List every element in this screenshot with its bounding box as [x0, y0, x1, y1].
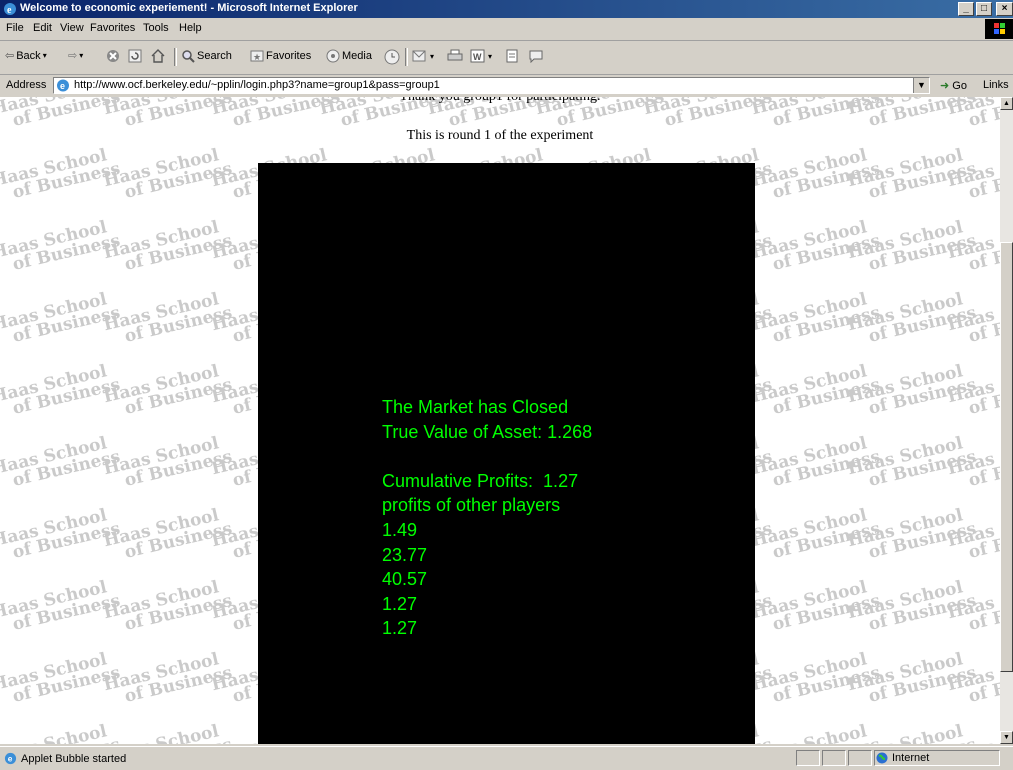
favorites-button[interactable]: ★ Favorites [250, 49, 311, 63]
minimize-button[interactable]: _ [958, 2, 974, 16]
address-bar: Address e http://www.ocf.berkeley.edu/~p… [0, 75, 1013, 97]
go-button[interactable]: ➜ Go [940, 79, 967, 92]
menu-help[interactable]: Help [179, 22, 202, 34]
menu-edit[interactable]: Edit [33, 22, 52, 34]
other-player-profit: 1.27 [382, 593, 418, 614]
status-message: Applet Bubble started [21, 752, 127, 765]
menu-view[interactable]: View [60, 22, 84, 34]
stop-button[interactable] [106, 49, 120, 63]
stop-icon [107, 50, 119, 62]
page-viewport: Haas Schoolof BusinessHaas Schoolof Busi… [0, 97, 1000, 744]
media-icon [326, 49, 340, 63]
back-icon: ⇦ [5, 50, 15, 62]
standard-toolbar: ⇦ Back ▾ ⇨ ▾ Search ★ Favorites Media ▾ … [0, 40, 1013, 75]
scroll-down-button[interactable]: ▼ [1000, 731, 1013, 744]
edit-button[interactable]: W ▾ [470, 49, 492, 63]
round-text: This is round 1 of the experiment [406, 128, 594, 143]
menu-tools[interactable]: Tools [143, 22, 169, 34]
svg-text:★: ★ [253, 52, 261, 62]
history-icon [384, 49, 400, 65]
media-button[interactable]: Media [326, 49, 372, 63]
search-label: Search [197, 50, 232, 62]
scroll-thumb[interactable] [1000, 242, 1013, 672]
home-button[interactable] [151, 49, 165, 63]
messenger-icon [529, 50, 543, 63]
chevron-down-icon: ▾ [488, 51, 493, 61]
go-arrow-icon: ➜ [940, 80, 950, 92]
market-status-text: The Market has Closed [382, 397, 569, 417]
address-url: http://www.ocf.berkeley.edu/~pplin/login… [74, 79, 440, 91]
favorites-icon: ★ [250, 50, 264, 62]
address-label: Address [6, 79, 47, 91]
close-button[interactable]: × [996, 2, 1013, 16]
mail-icon [412, 50, 426, 62]
messenger-button[interactable] [528, 49, 544, 63]
refresh-button[interactable] [128, 49, 142, 63]
discuss-button[interactable] [505, 49, 519, 63]
other-player-profit: 23.77 [382, 544, 428, 565]
search-button[interactable]: Search [181, 49, 232, 63]
menu-file[interactable]: File [6, 22, 24, 34]
globe-icon [876, 752, 888, 764]
window-title: Welcome to economic experiement! - Micro… [20, 2, 358, 14]
maximize-button[interactable]: □ [976, 2, 992, 16]
zone-label: Internet [892, 752, 930, 764]
chevron-down-icon: ▾ [42, 51, 47, 60]
ie-icon: e [4, 3, 16, 16]
scroll-up-button[interactable]: ▲ [1000, 97, 1013, 110]
true-value-text: True Value of Asset: 1.268 [382, 421, 593, 442]
edit-icon: W [470, 49, 485, 63]
print-icon [447, 49, 463, 61]
page-icon: e [57, 79, 69, 92]
menu-favorites[interactable]: Favorites [90, 22, 135, 34]
svg-text:W: W [473, 52, 482, 62]
forward-button[interactable]: ⇨ ▾ [68, 49, 83, 62]
favorites-label: Favorites [266, 50, 312, 62]
title-bar: e Welcome to economic experiement! - Mic… [0, 0, 1013, 18]
other-player-profit: 1.27 [382, 618, 418, 639]
watermark-tile: Haas Schoolof Business [0, 721, 122, 744]
status-pane [796, 750, 820, 766]
forward-icon: ⇨ [68, 50, 78, 62]
discuss-icon [506, 49, 518, 63]
other-player-profit: 1.49 [382, 519, 418, 540]
other-players-heading: profits of other players [382, 495, 561, 516]
media-label: Media [342, 50, 372, 62]
cumulative-profits-text: Cumulative Profits: 1.27 [382, 470, 579, 491]
watermark-tile: Haas Schoolof Business [102, 721, 234, 744]
menu-bar: File Edit View Favorites Tools Help [0, 18, 1013, 41]
svg-text:e: e [60, 81, 65, 91]
vertical-scrollbar[interactable]: ▲ ▼ [1000, 97, 1013, 744]
chevron-down-icon[interactable]: ▼ [913, 78, 929, 93]
other-player-profit: 40.57 [382, 569, 428, 590]
history-button[interactable] [384, 49, 400, 65]
applet-output: The Market has Closed True Value of Asse… [382, 395, 592, 641]
address-input[interactable]: e http://www.ocf.berkeley.edu/~pplin/log… [53, 77, 930, 94]
java-applet[interactable]: The Market has Closed True Value of Asse… [258, 163, 755, 744]
links-button[interactable]: Links [983, 79, 1009, 91]
print-button[interactable] [447, 49, 463, 63]
status-bar: e Applet Bubble started Internet [0, 746, 1013, 770]
windows-logo-icon [985, 19, 1013, 39]
back-button[interactable]: ⇦ Back ▾ [5, 49, 47, 63]
svg-text:e: e [8, 754, 13, 764]
search-icon [182, 50, 195, 63]
chevron-down-icon: ▾ [79, 51, 84, 60]
refresh-icon [128, 49, 142, 63]
back-label: Back [16, 49, 41, 62]
svg-text:e: e [7, 5, 12, 16]
status-pane [822, 750, 846, 766]
mail-button[interactable]: ▾ [412, 49, 434, 63]
thanks-text: Thank you group1 for participating. [0, 97, 1000, 105]
chevron-down-icon: ▾ [430, 51, 435, 61]
status-pane [848, 750, 872, 766]
home-icon [151, 49, 165, 63]
go-label: Go [952, 80, 967, 92]
page-status-icon: e [4, 752, 17, 765]
